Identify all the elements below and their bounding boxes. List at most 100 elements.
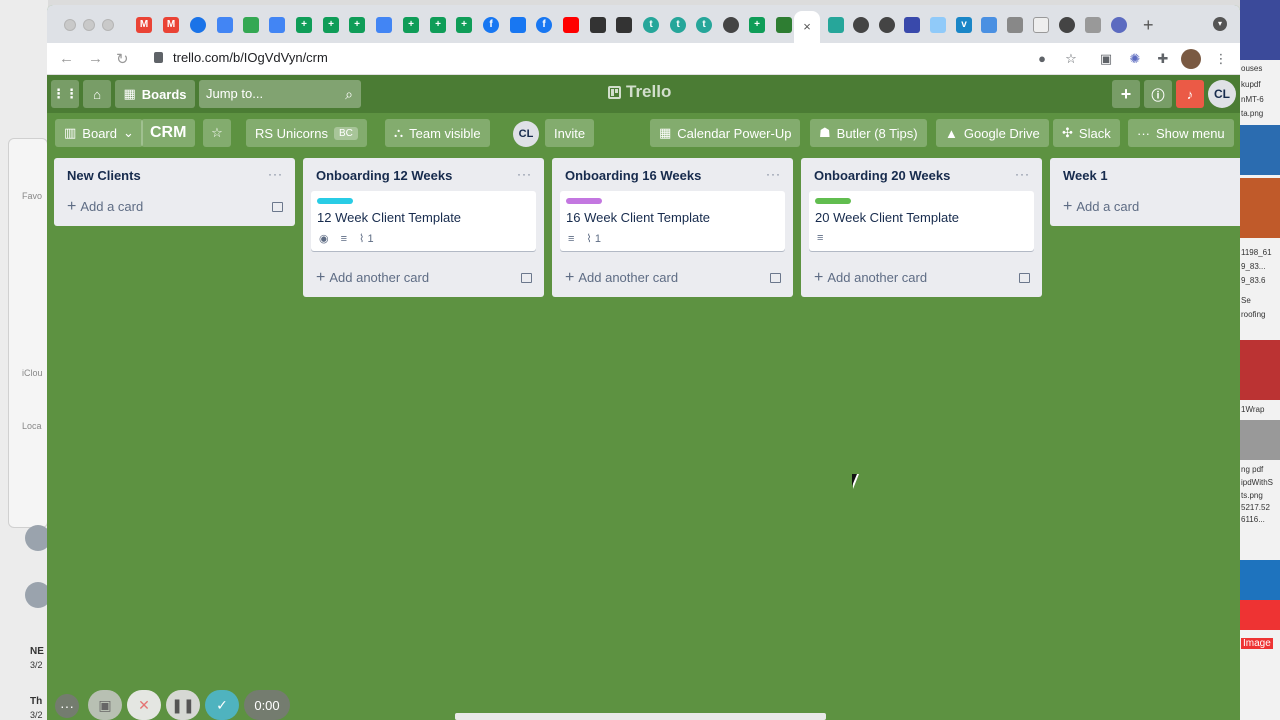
- list-title[interactable]: Week 1: [1063, 168, 1108, 183]
- bookmark-star-icon[interactable]: ☆: [1063, 51, 1079, 67]
- close-window-button[interactable]: [64, 19, 76, 31]
- tab-sheets[interactable]: +: [456, 17, 472, 33]
- new-tab-plus-icon[interactable]: +: [1143, 15, 1154, 36]
- tab-generic[interactable]: [723, 17, 739, 33]
- extension-icon[interactable]: ▣: [1098, 51, 1114, 67]
- tab-docs[interactable]: [269, 17, 285, 33]
- notifications-bell-icon[interactable]: ♪: [1176, 80, 1204, 108]
- star-board-icon[interactable]: ☆: [203, 119, 231, 147]
- add-another-card-button[interactable]: + Add another card: [565, 270, 678, 286]
- card-label[interactable]: [815, 198, 851, 204]
- kebab-menu-icon[interactable]: ⋮: [1213, 51, 1229, 67]
- extension-icon[interactable]: ✺: [1127, 51, 1143, 67]
- card-template-icon[interactable]: [521, 273, 532, 283]
- list-title[interactable]: Onboarding 16 Weeks: [565, 168, 701, 183]
- tab-generic[interactable]: [1007, 17, 1023, 33]
- tab-generic[interactable]: [1085, 17, 1101, 33]
- tab-facebook-pages[interactable]: [510, 17, 526, 33]
- tab-generic[interactable]: [616, 17, 632, 33]
- tab-sheets[interactable]: +: [349, 17, 365, 33]
- tab-sheets[interactable]: +: [296, 17, 312, 33]
- tab-generic[interactable]: [1059, 17, 1075, 33]
- tab-youtube[interactable]: [563, 17, 579, 33]
- tab-generic[interactable]: [879, 17, 895, 33]
- card-label[interactable]: [566, 198, 602, 204]
- show-menu-button[interactable]: ··· Show menu: [1128, 119, 1234, 147]
- list-title[interactable]: Onboarding 20 Weeks: [814, 168, 950, 183]
- back-arrow-icon[interactable]: ←: [59, 50, 74, 67]
- tab-sheets[interactable]: +: [430, 17, 446, 33]
- add-card-button[interactable]: + Add a card: [67, 199, 143, 215]
- list-menu-ellipsis-icon[interactable]: ···: [766, 167, 781, 181]
- horizontal-scrollbar[interactable]: [455, 713, 826, 720]
- tab-sheets[interactable]: +: [403, 17, 419, 33]
- invite-button[interactable]: Invite: [545, 119, 595, 147]
- tab-facebook[interactable]: f: [483, 17, 499, 33]
- recorder-more-icon[interactable]: ···: [55, 694, 79, 718]
- tab-generic[interactable]: [981, 17, 997, 33]
- active-tab-close-icon[interactable]: ×: [794, 11, 820, 43]
- tab-generic[interactable]: [828, 17, 844, 33]
- tab-vimeo[interactable]: v: [956, 17, 972, 33]
- tab-generic[interactable]: [1033, 17, 1049, 33]
- microphone-icon[interactable]: ●: [1034, 51, 1050, 67]
- tab-search-icon[interactable]: ▾: [1213, 17, 1227, 31]
- trello-logo[interactable]: Trello: [608, 82, 671, 102]
- tab-generic[interactable]: t: [643, 17, 659, 33]
- user-avatar[interactable]: CL: [1208, 80, 1236, 108]
- tab-gmail[interactable]: M: [136, 17, 152, 33]
- info-icon[interactable]: ⓘ: [1144, 80, 1172, 108]
- tab-generic[interactable]: [776, 17, 792, 33]
- recorder-camera-off-icon[interactable]: ▣: [88, 690, 122, 720]
- tab-sheets[interactable]: +: [749, 17, 765, 33]
- tab-calendar[interactable]: [217, 17, 233, 33]
- butler-button[interactable]: ☗ Butler (8 Tips): [810, 119, 927, 147]
- recorder-delete-icon[interactable]: ✕: [127, 690, 161, 720]
- workspace-button[interactable]: RS Unicorns BC: [246, 119, 367, 147]
- recorder-pause-icon[interactable]: ❚❚: [166, 690, 200, 720]
- list-title[interactable]: New Clients: [67, 168, 141, 183]
- list-menu-ellipsis-icon[interactable]: ···: [1015, 167, 1030, 181]
- address-bar[interactable]: trello.com/b/IOgVdVyn/crm: [173, 50, 328, 65]
- jump-to-search-input[interactable]: Jump to... ⌕: [199, 80, 361, 108]
- card-label[interactable]: [317, 198, 353, 204]
- google-drive-button[interactable]: ▲ Google Drive: [936, 119, 1049, 147]
- recorder-finish-check-icon[interactable]: ✓: [205, 690, 239, 720]
- profile-avatar[interactable]: [1181, 49, 1201, 69]
- tab-sheets[interactable]: +: [323, 17, 339, 33]
- forward-arrow-icon[interactable]: →: [88, 50, 103, 67]
- board-name[interactable]: CRM: [141, 119, 196, 147]
- card-template-icon[interactable]: [272, 202, 283, 212]
- add-another-card-button[interactable]: + Add another card: [814, 270, 927, 286]
- tab-generic[interactable]: t: [670, 17, 686, 33]
- tab-generic[interactable]: t: [696, 17, 712, 33]
- card-template-icon[interactable]: [1019, 273, 1030, 283]
- tab-generic[interactable]: [930, 17, 946, 33]
- visibility-button[interactable]: ⛬ Team visible: [385, 119, 490, 147]
- add-card-button[interactable]: + Add a card: [1063, 199, 1139, 215]
- tab-drive[interactable]: [243, 17, 259, 33]
- tab-chrome[interactable]: [190, 17, 206, 33]
- card[interactable]: 12 Week Client Template ◉ ≡ ⌇ 1: [311, 191, 536, 251]
- tab-generic[interactable]: [853, 17, 869, 33]
- tab-docs[interactable]: [376, 17, 392, 33]
- calendar-power-up-button[interactable]: ▦ Calendar Power-Up: [650, 119, 801, 147]
- reload-icon[interactable]: ↻: [116, 50, 129, 68]
- tab-generic[interactable]: [590, 17, 606, 33]
- board-view-switcher[interactable]: ▥ Board ⌄: [55, 119, 143, 147]
- tab-facebook[interactable]: f: [536, 17, 552, 33]
- card[interactable]: 20 Week Client Template ≡: [809, 191, 1034, 251]
- board-member-avatar[interactable]: CL: [513, 121, 539, 147]
- list-title[interactable]: Onboarding 12 Weeks: [316, 168, 452, 183]
- list-menu-ellipsis-icon[interactable]: ···: [268, 167, 283, 181]
- tab-generic[interactable]: [1111, 17, 1127, 33]
- home-icon[interactable]: ⌂: [83, 80, 111, 108]
- zoom-window-button[interactable]: [102, 19, 114, 31]
- boards-button[interactable]: ▦ Boards: [115, 80, 195, 108]
- create-plus-icon[interactable]: +: [1112, 80, 1140, 108]
- slack-button[interactable]: ✣ Slack: [1053, 119, 1120, 147]
- apps-grid-icon[interactable]: ⋮⋮: [51, 80, 79, 108]
- list-menu-ellipsis-icon[interactable]: ···: [517, 167, 532, 181]
- tab-generic[interactable]: [904, 17, 920, 33]
- card[interactable]: 16 Week Client Template ≡ ⌇ 1: [560, 191, 785, 251]
